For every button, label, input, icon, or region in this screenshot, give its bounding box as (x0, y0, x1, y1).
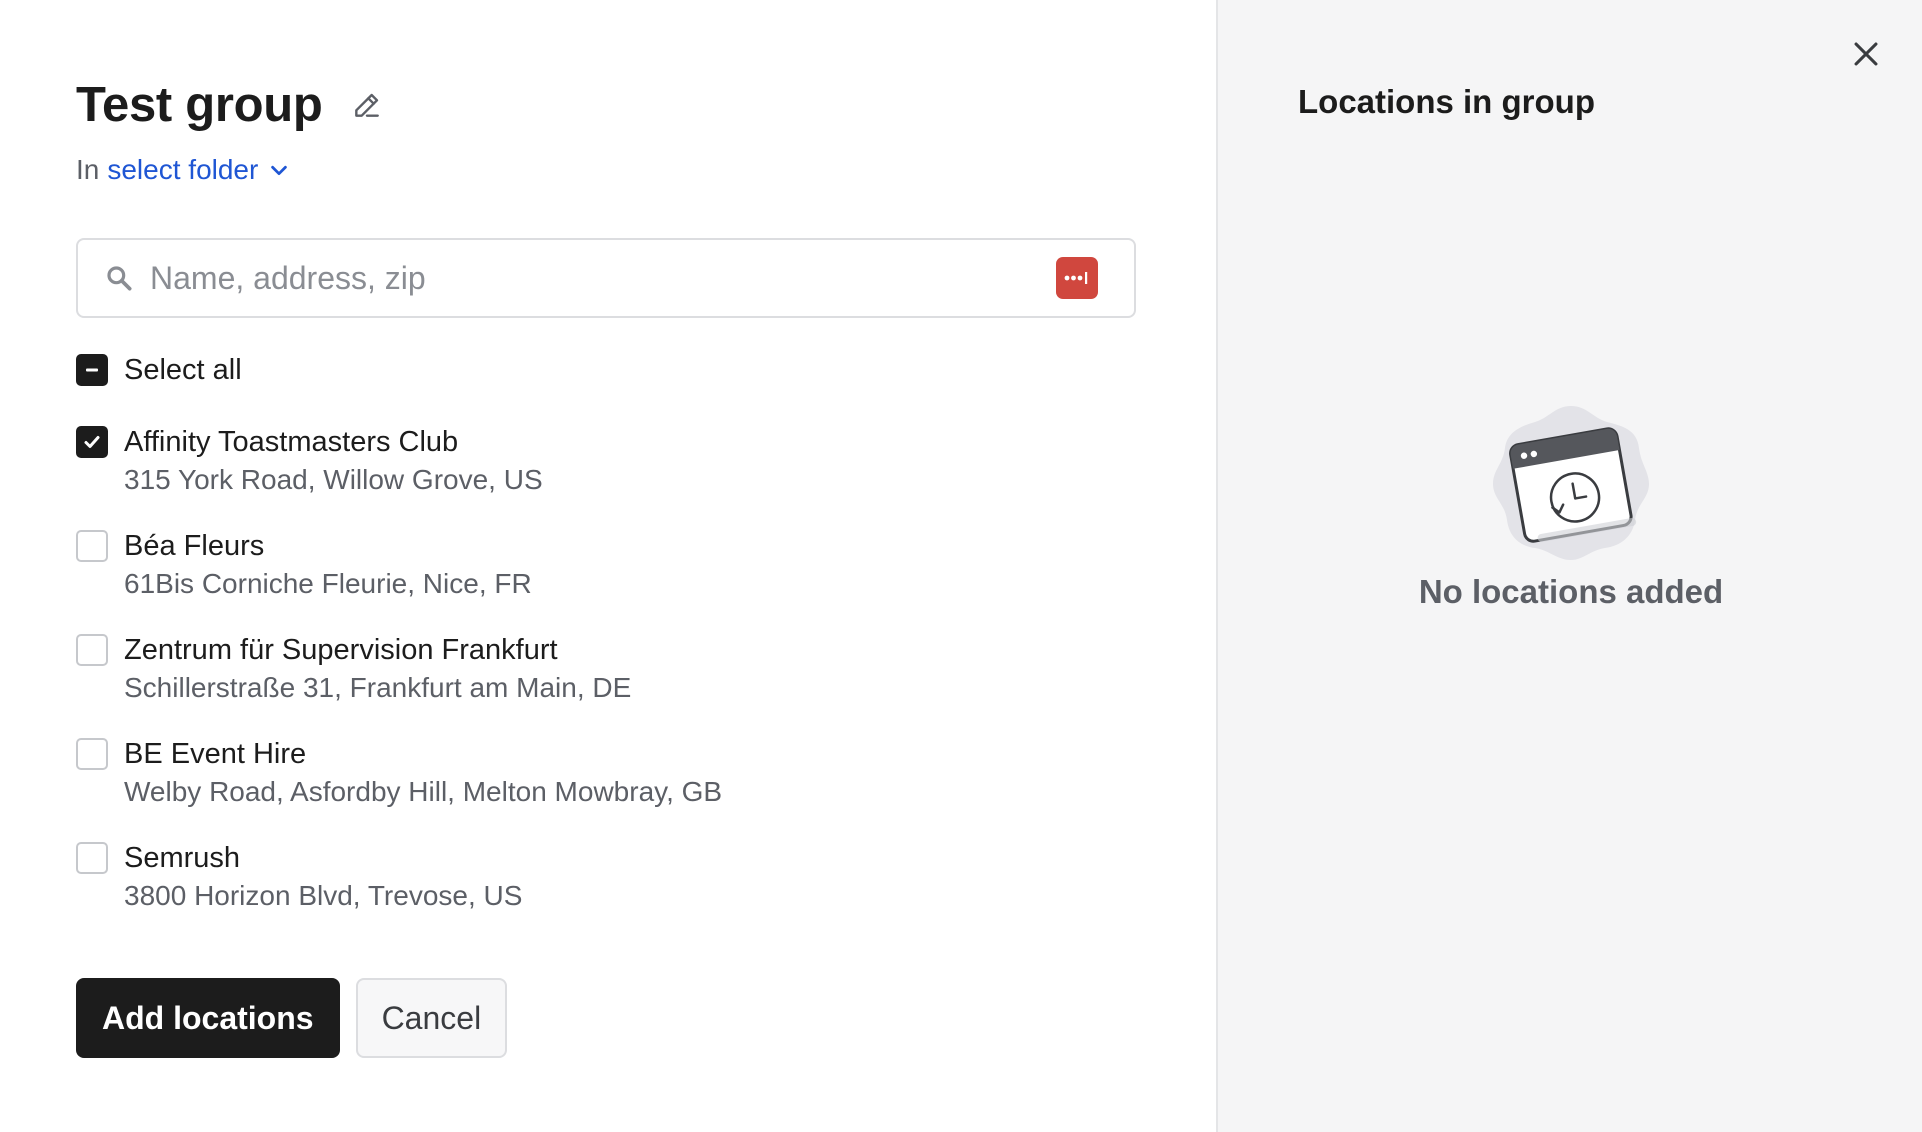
search-box (76, 238, 1136, 318)
list-item[interactable]: Béa Fleurs 61Bis Corniche Fleurie, Nice,… (76, 524, 1136, 628)
location-address: 3800 Horizon Blvd, Trevose, US (124, 880, 523, 911)
locations-in-group-heading: Locations in group (1298, 83, 1595, 120)
location-name: Affinity Toastmasters Club (124, 426, 459, 458)
location-address: 61Bis Corniche Fleurie, Nice, FR (124, 568, 532, 599)
select-folder-link[interactable]: select folder (107, 152, 258, 188)
pencil-icon[interactable] (349, 87, 385, 123)
location-checkbox[interactable] (76, 426, 108, 458)
empty-state: No locations added (1218, 400, 1922, 612)
location-checkbox[interactable] (76, 634, 108, 666)
location-name: Semrush (124, 842, 241, 874)
browser-clock-icon (1489, 400, 1653, 564)
add-locations-modal: Test group In select folder Name, addres… (0, 0, 1922, 1132)
select-all-row[interactable]: Select all (76, 352, 242, 388)
location-address: 315 York Road, Willow Grove, US (124, 464, 543, 495)
location-name: Béa Fleurs (124, 530, 265, 562)
title-row: Test group (76, 76, 385, 134)
search-input[interactable] (150, 240, 1056, 316)
list-item[interactable]: BE Event Hire Welby Road, Asfordby Hill,… (76, 732, 1136, 836)
chevron-down-icon[interactable] (268, 158, 292, 182)
folder-selector: In select folder (76, 152, 292, 188)
cancel-button[interactable]: Cancel (355, 978, 508, 1058)
add-locations-button[interactable]: Add locations (76, 978, 340, 1058)
password-manager-icon[interactable] (1056, 257, 1098, 299)
list-item[interactable]: Zentrum für Supervision Frankfurt Schill… (76, 628, 1136, 732)
location-address: Schillerstraße 31, Frankfurt am Main, DE (124, 672, 632, 703)
list-item[interactable]: Affinity Toastmasters Club 315 York Road… (76, 420, 1136, 524)
location-picker-panel: Test group In select folder Name, addres… (0, 0, 1216, 1132)
select-all-label: Select all (124, 354, 242, 386)
group-locations-panel: Locations in group No locations added (1216, 0, 1922, 1132)
close-icon[interactable] (1846, 34, 1886, 74)
list-item[interactable]: Semrush 3800 Horizon Blvd, Trevose, US (76, 836, 1136, 940)
action-buttons: Add locations Cancel (76, 978, 508, 1058)
location-name: Zentrum für Supervision Frankfurt (124, 634, 558, 666)
location-checkbox[interactable] (76, 738, 108, 770)
search-icon (102, 261, 136, 295)
empty-state-message: No locations added (1418, 573, 1724, 610)
group-title: Test group (76, 78, 323, 132)
location-name: BE Event Hire (124, 738, 307, 770)
location-list: Affinity Toastmasters Club 315 York Road… (76, 420, 1136, 940)
location-address: Welby Road, Asfordby Hill, Melton Mowbra… (124, 776, 723, 807)
select-all-checkbox[interactable] (76, 354, 108, 386)
folder-prefix: In (76, 154, 100, 185)
location-checkbox[interactable] (76, 842, 108, 874)
location-checkbox[interactable] (76, 530, 108, 562)
